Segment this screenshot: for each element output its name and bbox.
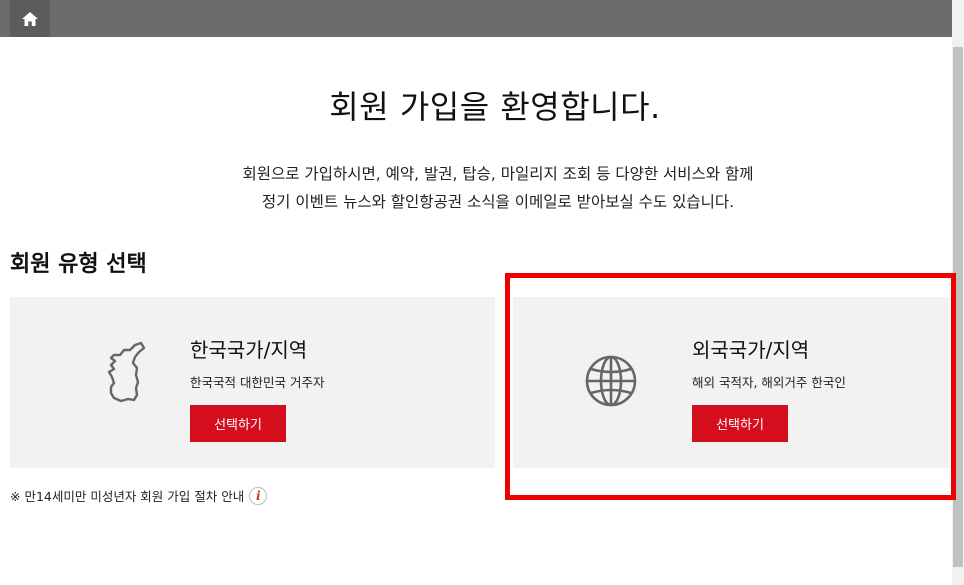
home-icon [22, 11, 38, 26]
notice-text: ※ 만14세미만 미성년자 회원 가입 절차 안내 [10, 489, 245, 504]
minor-signup-notice: ※ 만14세미만 미성년자 회원 가입 절차 안내 i [10, 486, 268, 505]
card-desc-korea: 한국국적 대한민국 거주자 [190, 375, 325, 390]
korea-member-card: 한국국가/지역 한국국적 대한민국 거주자 선택하기 [10, 297, 495, 468]
highlight-box [505, 273, 956, 500]
page-title: 회원 가입을 환영합니다. [329, 88, 661, 126]
intro-line-1: 회원으로 가입하시면, 예약, 발권, 탑승, 마일리지 조회 등 다양한 서비… [242, 165, 754, 183]
home-button[interactable] [10, 0, 50, 37]
korea-card-body: 한국국가/지역 한국국적 대한민국 거주자 선택하기 [190, 334, 324, 442]
top-bar [0, 0, 952, 37]
intro-text: 회원으로 가입하시면, 예약, 발권, 탑승, 마일리지 조회 등 다양한 서비… [0, 160, 964, 216]
card-title-korea: 한국국가/지역 [190, 338, 308, 362]
member-type-heading: 회원 유형 선택 [10, 252, 147, 277]
korea-map-icon [94, 340, 154, 404]
select-korea-button[interactable]: 선택하기 [190, 405, 286, 442]
info-icon[interactable]: i [249, 486, 268, 505]
intro-line-2: 정기 이벤트 뉴스와 할인항공권 소식을 이메일로 받아보실 수도 있습니다. [261, 193, 735, 211]
